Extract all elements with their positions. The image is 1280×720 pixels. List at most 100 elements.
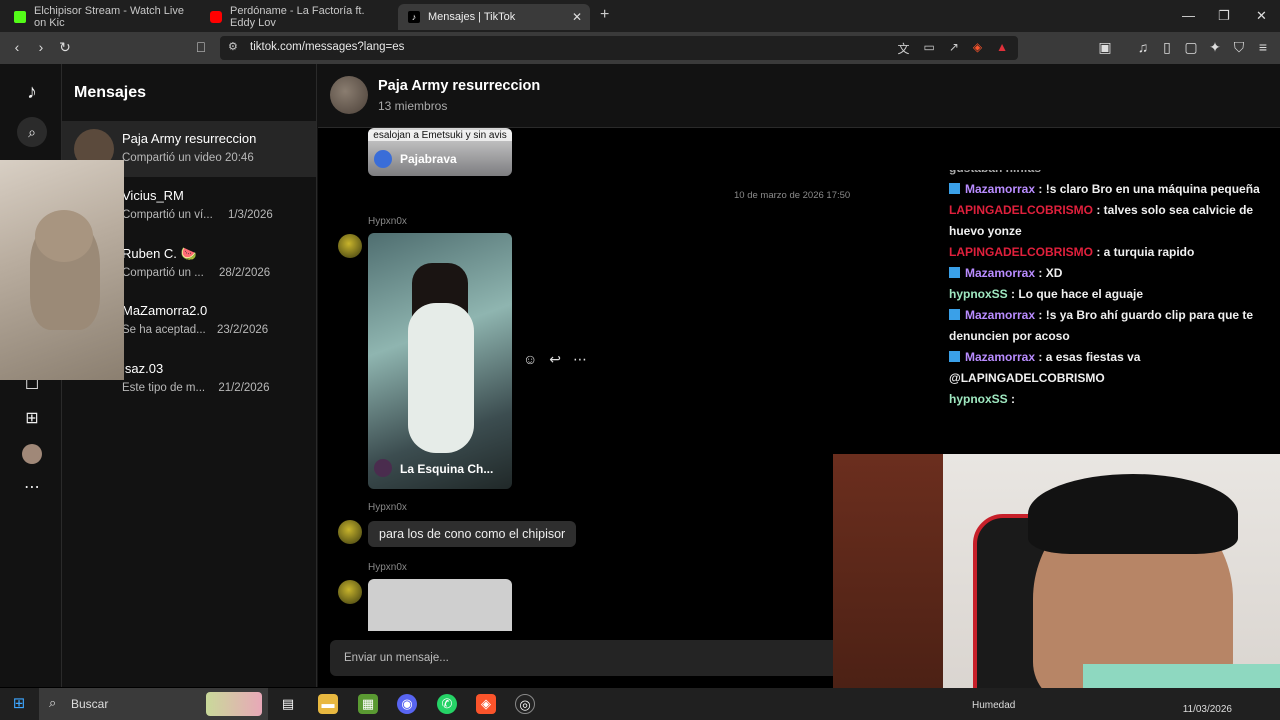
share-icon[interactable]: ↗: [949, 40, 959, 57]
brave-shields-icon[interactable]: ◈: [973, 40, 982, 57]
taskbar: ⊞ ⌕ Buscar ▤ ▬ ▦ ◉ ✆ ◈ ◎ Humedad 11/03/2…: [0, 688, 1280, 720]
member-count: 13 miembros: [378, 99, 448, 113]
bookmark-icon[interactable]: ⎕: [192, 39, 210, 56]
reload-icon[interactable]: ↻: [56, 39, 74, 56]
tab-title: Mensajes | TikTok: [428, 11, 516, 23]
translate-icon[interactable]: 文: [897, 40, 909, 57]
menu-icon[interactable]: ≡: [1254, 39, 1272, 55]
new-tab-button[interactable]: +: [600, 6, 609, 24]
obs-icon[interactable]: ◎: [515, 694, 535, 714]
restore-icon[interactable]: ❐: [1218, 8, 1230, 24]
upload-icon[interactable]: ⊞: [20, 407, 44, 431]
search-icon[interactable]: ⌕: [17, 117, 47, 147]
tab-tiktok[interactable]: ♪ Mensajes | TikTok ✕: [398, 4, 590, 30]
conversation-name: jsaz.03: [122, 361, 164, 376]
group-avatar[interactable]: [330, 76, 368, 114]
sidebar-icon[interactable]: ▯: [1158, 39, 1176, 56]
tab-youtube[interactable]: Perdóname - La Factoría ft. Eddy Lov: [200, 4, 392, 30]
chat-badge-icon: [949, 309, 960, 320]
sender-avatar[interactable]: [338, 520, 362, 544]
react-icon[interactable]: ☺: [523, 351, 537, 368]
cast-icon[interactable]: ▭: [923, 40, 934, 57]
conversation-name: Vicius_RM: [122, 188, 184, 203]
more-options-icon[interactable]: ⋯: [573, 351, 587, 368]
streamer-hair: [1028, 474, 1238, 554]
chat-username: Mazamorrax: [965, 308, 1036, 322]
stream-chat-message: hypnoxSS :: [949, 389, 1273, 410]
chat-text: : a turquia rapido: [1093, 245, 1195, 259]
chat-username: Mazamorrax: [965, 266, 1036, 280]
minecraft-icon[interactable]: ▦: [358, 694, 378, 714]
chat-badge-icon: [949, 351, 960, 362]
whatsapp-icon[interactable]: ✆: [437, 694, 457, 714]
search-highlight-image: [206, 692, 262, 716]
chat-text: : !s claro Bro en una máquina pequeña: [1035, 182, 1260, 196]
door-background: [833, 454, 943, 704]
conversation-preview: Se ha aceptad... 23/2/2026: [122, 324, 269, 336]
more-icon[interactable]: ⋯: [20, 476, 44, 500]
brave-browser-icon[interactable]: ◈: [476, 694, 496, 714]
reply-icon[interactable]: ↩: [549, 351, 561, 368]
discord-icon[interactable]: ◉: [397, 694, 417, 714]
site-info-icon[interactable]: ⚙: [228, 40, 238, 53]
search-icon: ⌕: [49, 695, 57, 710]
address-bar-actions: 文 ▭ ↗ ◈ ▲: [897, 40, 1008, 57]
conversation-preview: Compartió un ví... 1/3/2026: [122, 209, 273, 221]
chat-username: Mazamorrax: [965, 350, 1036, 364]
shared-video-card[interactable]: La Esquina Ch...: [368, 233, 512, 489]
url-text: tiktok.com/messages?lang=es: [250, 41, 405, 53]
stream-chat-message: LAPINGADELCOBRISMO : a turquia rapido: [949, 242, 1273, 263]
extensions-icon[interactable]: ✦: [1206, 39, 1224, 56]
sender-name: Hypxn0x: [368, 562, 407, 573]
message-input-box[interactable]: [330, 640, 840, 676]
address-bar[interactable]: ⚙ tiktok.com/messages?lang=es 文 ▭ ↗ ◈ ▲: [220, 36, 1018, 60]
windows-start-icon[interactable]: ⊞: [9, 694, 29, 714]
chat-header: Paja Army resurreccion 13 miembros: [318, 64, 1280, 128]
video-caption: esalojan a Emetsuki y sin avis: [368, 130, 512, 141]
conversation-name: Paja Army resurreccion: [122, 131, 257, 146]
message-input[interactable]: [330, 640, 840, 676]
video-thumbnail-figure: [408, 303, 474, 453]
back-icon[interactable]: ‹: [8, 39, 26, 55]
stream-chat-message: Mazamorrax : !s ya Bro ahí guardo clip p…: [949, 305, 1273, 347]
minimize-icon[interactable]: —: [1182, 8, 1195, 23]
close-tab-icon[interactable]: ✕: [572, 10, 582, 24]
sender-avatar[interactable]: [338, 580, 362, 604]
author-avatar: [374, 150, 392, 168]
chat-username: LAPINGADELCOBRISMO: [949, 203, 1093, 217]
profile-avatar-icon[interactable]: [20, 442, 44, 466]
sender-avatar[interactable]: [338, 234, 362, 258]
file-explorer-icon[interactable]: ▬: [318, 694, 338, 714]
tiktok-icon: ♪: [408, 11, 420, 23]
youtube-icon: [210, 11, 222, 23]
conversation-preview: Compartió un ... 28/2/2026: [122, 267, 271, 279]
close-window-icon[interactable]: ✕: [1256, 8, 1267, 24]
taskbar-search[interactable]: ⌕ Buscar: [39, 688, 268, 720]
wallet-icon[interactable]: ▣: [1096, 39, 1114, 56]
webcam-cat-overlay: [0, 160, 124, 380]
author-avatar: [374, 459, 392, 477]
tabs-icon[interactable]: ▢: [1182, 39, 1200, 56]
tab-kick[interactable]: Elchipisor Stream - Watch Live on Kic: [4, 4, 194, 30]
kick-icon: [14, 11, 26, 23]
video-author: Pajabrava: [400, 152, 457, 166]
stream-chat-message: Mazamorrax : !s claro Bro en una máquina…: [949, 179, 1273, 200]
brave-rewards-icon[interactable]: ▲: [996, 40, 1008, 57]
chat-badge-icon: [949, 183, 960, 194]
tab-title: Elchipisor Stream - Watch Live on Kic: [34, 5, 184, 29]
sender-name: Hypxn0x: [368, 502, 407, 513]
vpn-icon[interactable]: ⛉: [1230, 39, 1248, 56]
chat-text: : XD: [1035, 266, 1063, 280]
taskbar-date: 11/03/2026: [1182, 704, 1232, 715]
group-name[interactable]: Paja Army resurreccion: [378, 78, 540, 94]
shared-video-card[interactable]: [368, 579, 512, 631]
browser-tab-strip: Elchipisor Stream - Watch Live on Kic Pe…: [0, 0, 1280, 32]
media-icon[interactable]: ♫: [1134, 39, 1152, 55]
tiktok-logo-icon[interactable]: ♪: [20, 80, 44, 104]
message-bubble: para los de cono como el chipisor: [368, 521, 577, 547]
forward-icon[interactable]: ›: [32, 39, 50, 55]
shared-video-card[interactable]: esalojan a Emetsuki y sin avis Pajabrava: [368, 128, 512, 176]
sender-name: Hypxn0x: [368, 216, 407, 227]
chat-username: Mazamorrax: [965, 182, 1036, 196]
task-view-icon[interactable]: ▤: [278, 694, 298, 714]
